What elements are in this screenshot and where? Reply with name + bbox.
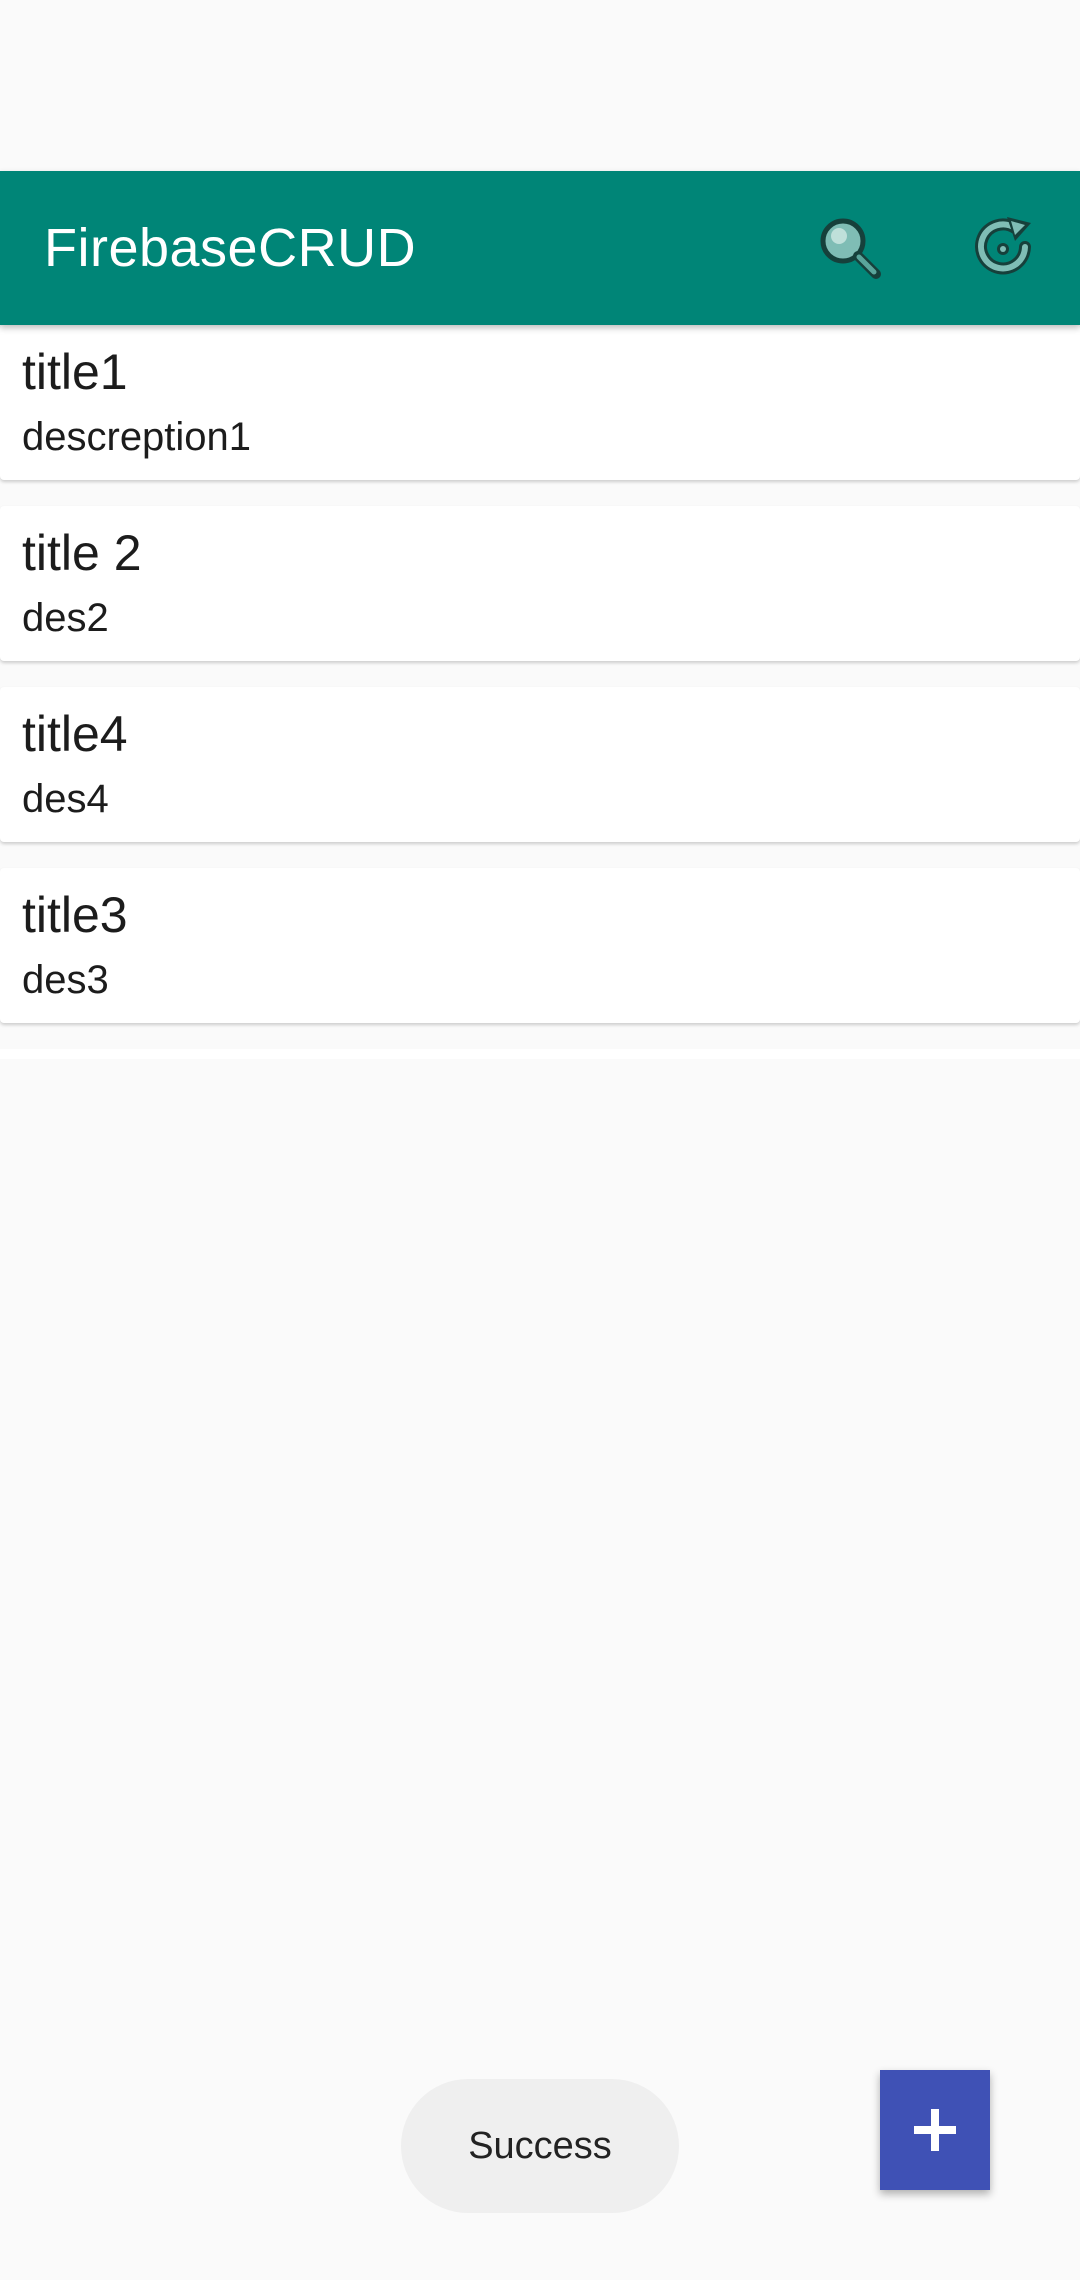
list-item[interactable]: title 2 des2 (0, 506, 1080, 661)
item-description: des3 (22, 958, 109, 1002)
item-title: title3 (22, 887, 128, 943)
list-item[interactable]: title1 descreption1 (0, 325, 1080, 480)
app-bar: FirebaseCRUD (0, 171, 1080, 325)
item-description: des2 (22, 596, 109, 640)
list-item[interactable]: title4 des4 (0, 687, 1080, 842)
app-title: FirebaseCRUD (44, 218, 417, 278)
plus-icon (914, 2109, 956, 2151)
refresh-icon (975, 217, 1031, 275)
item-title: title4 (22, 706, 128, 762)
list-item[interactable]: title3 des3 (0, 868, 1080, 1023)
item-description: descreption1 (22, 415, 252, 459)
search-icon (820, 218, 881, 279)
list-end-divider (0, 1049, 1080, 1059)
item-description: des4 (22, 777, 109, 821)
item-title: title1 (22, 344, 128, 400)
add-item-button[interactable] (880, 2070, 990, 2190)
toast-message: Success (401, 2079, 679, 2213)
search-button[interactable] (800, 198, 900, 298)
status-bar-area (0, 0, 1080, 171)
refresh-button[interactable] (954, 198, 1054, 298)
item-title: title 2 (22, 525, 142, 581)
screen: FirebaseCRUD title1 descreption1 title 2… (0, 0, 1080, 2280)
